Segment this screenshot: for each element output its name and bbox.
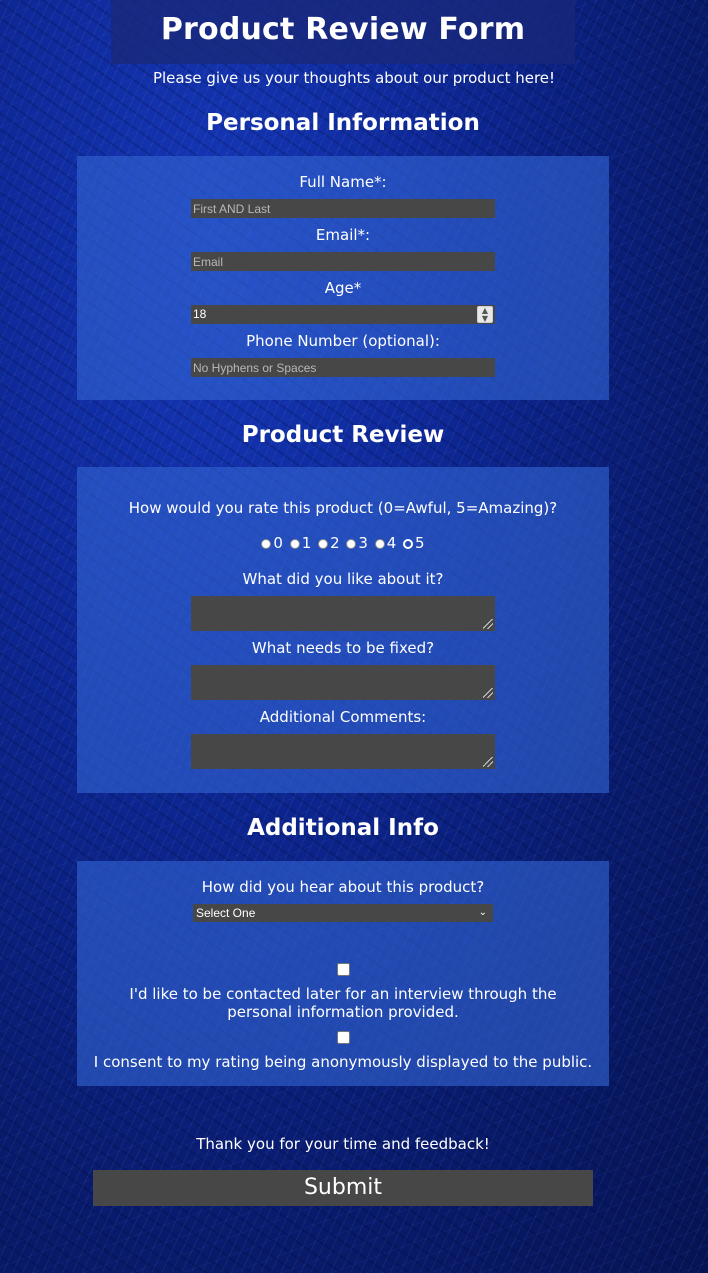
display-consent-checkbox[interactable] [337, 1031, 350, 1044]
page-title: Product Review Form [160, 12, 526, 47]
rating-label: 4 [386, 534, 397, 552]
rating-option-0[interactable]: 0 [261, 535, 283, 551]
phone-label: Phone Number (optional): [246, 332, 440, 350]
radio-icon[interactable] [318, 539, 329, 549]
product-review-heading: Product Review [241, 422, 445, 448]
age-input[interactable]: 18 ▲ ▼ [191, 305, 495, 324]
rating-option-5[interactable]: 5 [403, 535, 425, 551]
age-value: 18 [193, 307, 207, 321]
like-label: What did you like about it? [242, 570, 444, 588]
rating-option-3[interactable]: 3 [346, 535, 368, 551]
rating-option-1[interactable]: 1 [289, 534, 312, 552]
personal-info-heading: Personal Information [206, 110, 480, 136]
source-select[interactable]: Select One ⌄ [193, 904, 493, 922]
resize-grip-icon[interactable] [483, 688, 493, 698]
rating-label: 1 [301, 534, 312, 552]
email-label: Email*: [315, 226, 371, 244]
radio-icon[interactable] [261, 539, 272, 549]
display-consent-label: I consent to my rating being anonymously… [93, 1053, 593, 1071]
source-question: How did you hear about this product? [201, 878, 485, 896]
submit-button[interactable]: Submit [93, 1170, 593, 1206]
age-label: Age* [324, 279, 362, 297]
comments-label: Additional Comments: [259, 708, 427, 726]
comments-textarea[interactable] [191, 734, 495, 769]
like-textarea[interactable] [191, 596, 495, 631]
additional-info-heading: Additional Info [247, 815, 439, 841]
radio-icon[interactable] [289, 539, 300, 549]
personal-info-panel: Full Name*: Email*: Age* 18 ▲ ▼ Phone Nu… [77, 156, 609, 400]
radio-icon[interactable] [374, 539, 385, 549]
chevron-down-icon: ⌄ [478, 907, 487, 918]
resize-grip-icon[interactable] [483, 619, 493, 629]
page-subtitle: Please give us your thoughts about our p… [152, 69, 556, 87]
fix-label: What needs to be fixed? [251, 639, 435, 657]
thanks-message: Thank you for your time and feedback! [196, 1135, 490, 1153]
title-banner: Product Review Form [111, 0, 575, 64]
rating-option-4[interactable]: 4 [374, 534, 397, 552]
rating-group: 0 1 2 3 4 5 [77, 535, 609, 551]
rating-question: How would you rate this product (0=Awful… [128, 499, 558, 517]
rating-option-2[interactable]: 2 [318, 535, 340, 551]
full-name-input[interactable] [191, 199, 495, 218]
age-spinner[interactable]: ▲ ▼ [477, 306, 493, 323]
email-input[interactable] [191, 252, 495, 271]
contact-consent-checkbox[interactable] [337, 963, 350, 976]
rating-label: 3 [358, 534, 368, 552]
rating-label: 5 [415, 534, 425, 552]
product-review-panel: How would you rate this product (0=Awful… [77, 467, 609, 793]
spinner-down-icon[interactable]: ▼ [478, 315, 492, 323]
radio-selected-icon[interactable] [403, 539, 414, 549]
rating-label: 2 [330, 534, 340, 552]
rating-label: 0 [273, 534, 283, 552]
radio-icon[interactable] [346, 539, 357, 549]
additional-info-panel: How did you hear about this product? Sel… [77, 861, 609, 1086]
resize-grip-icon[interactable] [483, 757, 493, 767]
source-selected-value: Select One [196, 906, 256, 920]
contact-consent-label: I'd like to be contacted later for an in… [129, 985, 557, 1021]
full-name-label: Full Name*: [299, 173, 387, 191]
phone-input[interactable] [191, 358, 495, 377]
fix-textarea[interactable] [191, 665, 495, 700]
